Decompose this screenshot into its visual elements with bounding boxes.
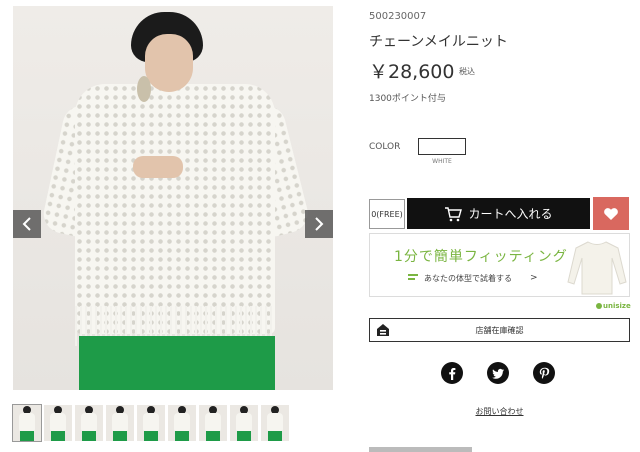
unisize-label: unisize <box>603 302 631 310</box>
thumbnail-image[interactable] <box>12 404 42 442</box>
pinterest-icon <box>539 367 549 379</box>
thumbnail-model-top <box>19 413 35 433</box>
pinterest-share-button[interactable] <box>533 362 555 384</box>
thumbnail-model-top <box>267 413 283 433</box>
unisize-dot-icon <box>596 303 602 309</box>
facebook-share-button[interactable] <box>441 362 463 384</box>
model-knit-top <box>75 84 275 334</box>
thumbnail-model-skirt <box>175 431 189 441</box>
color-label: COLOR <box>369 142 401 152</box>
bottom-section-bar <box>369 447 472 452</box>
facebook-icon <box>448 367 455 380</box>
thumbnail-image[interactable] <box>261 405 289 441</box>
ruler-icon <box>408 274 418 280</box>
chevron-right-icon <box>315 217 324 231</box>
thumbnail-model-top <box>81 413 97 433</box>
product-main-image <box>13 6 333 390</box>
model-face <box>145 34 193 92</box>
thumbnail-model-skirt <box>113 431 127 441</box>
product-code: 500230007 <box>369 11 427 22</box>
product-name: チェーンメイルニット <box>369 34 508 50</box>
thumbnail-image[interactable] <box>106 405 134 441</box>
add-to-cart-label: カートへ入れる <box>468 207 553 221</box>
model-earring <box>137 76 151 102</box>
thumbnail-model-skirt <box>82 431 96 441</box>
thumbnail-image[interactable] <box>230 405 258 441</box>
points-label: 1300ポイント付与 <box>369 94 446 104</box>
chevron-right-icon: > <box>530 273 538 283</box>
product-price: ￥28,600 <box>369 61 455 83</box>
favorite-button[interactable] <box>593 197 629 230</box>
thumbnail-model-top <box>143 413 159 433</box>
fitting-title: 1分で簡単フィッティング <box>394 249 568 265</box>
twitter-icon <box>491 368 504 379</box>
thumbnail-model-skirt <box>206 431 220 441</box>
thumbnail-model-skirt <box>144 431 158 441</box>
add-to-cart-button[interactable]: カートへ入れる <box>407 198 590 229</box>
thumbnail-image[interactable] <box>75 405 103 441</box>
contact-link[interactable]: お問い合わせ <box>369 406 630 417</box>
color-swatch-white[interactable] <box>418 138 466 155</box>
unisize-logo: unisize <box>596 302 631 310</box>
gallery-next-button[interactable] <box>305 210 333 238</box>
thumbnail-model-skirt <box>237 431 251 441</box>
thumbnail-model-skirt <box>268 431 282 441</box>
thumbnail-model-skirt <box>51 431 65 441</box>
thumbnail-image[interactable] <box>168 405 196 441</box>
fitting-subtitle: あなたの体型で試着する <box>424 274 512 283</box>
heart-icon <box>604 207 618 220</box>
shirt-illustration-icon <box>567 241 627 295</box>
thumbnail-model-top <box>205 413 221 433</box>
thumbnail-model-skirt <box>20 431 34 441</box>
tax-label: 税込 <box>459 67 475 76</box>
gallery-prev-button[interactable] <box>13 210 41 238</box>
chevron-left-icon <box>22 217 31 231</box>
size-select[interactable]: 0(FREE) <box>369 199 405 229</box>
thumbnail-image[interactable] <box>137 405 165 441</box>
twitter-share-button[interactable] <box>487 362 509 384</box>
thumbnail-model-top <box>50 413 66 433</box>
thumbnail-image[interactable] <box>199 405 227 441</box>
store-stock-label: 店舗在庫確認 <box>475 325 524 335</box>
thumbnail-strip <box>12 404 289 442</box>
store-icon <box>377 324 389 336</box>
thumbnail-model-top <box>112 413 128 433</box>
model-green-skirt <box>79 336 275 390</box>
thumbnail-model-top <box>236 413 252 433</box>
model-hands <box>133 156 183 178</box>
cart-icon <box>445 206 463 221</box>
thumbnail-image[interactable] <box>44 405 72 441</box>
store-stock-button[interactable]: 店舗在庫確認 <box>369 318 630 342</box>
color-swatch-label: WHITE <box>432 158 452 165</box>
thumbnail-model-top <box>174 413 190 433</box>
fitting-banner[interactable]: 1分で簡単フィッティング あなたの体型で試着する > <box>369 233 630 297</box>
